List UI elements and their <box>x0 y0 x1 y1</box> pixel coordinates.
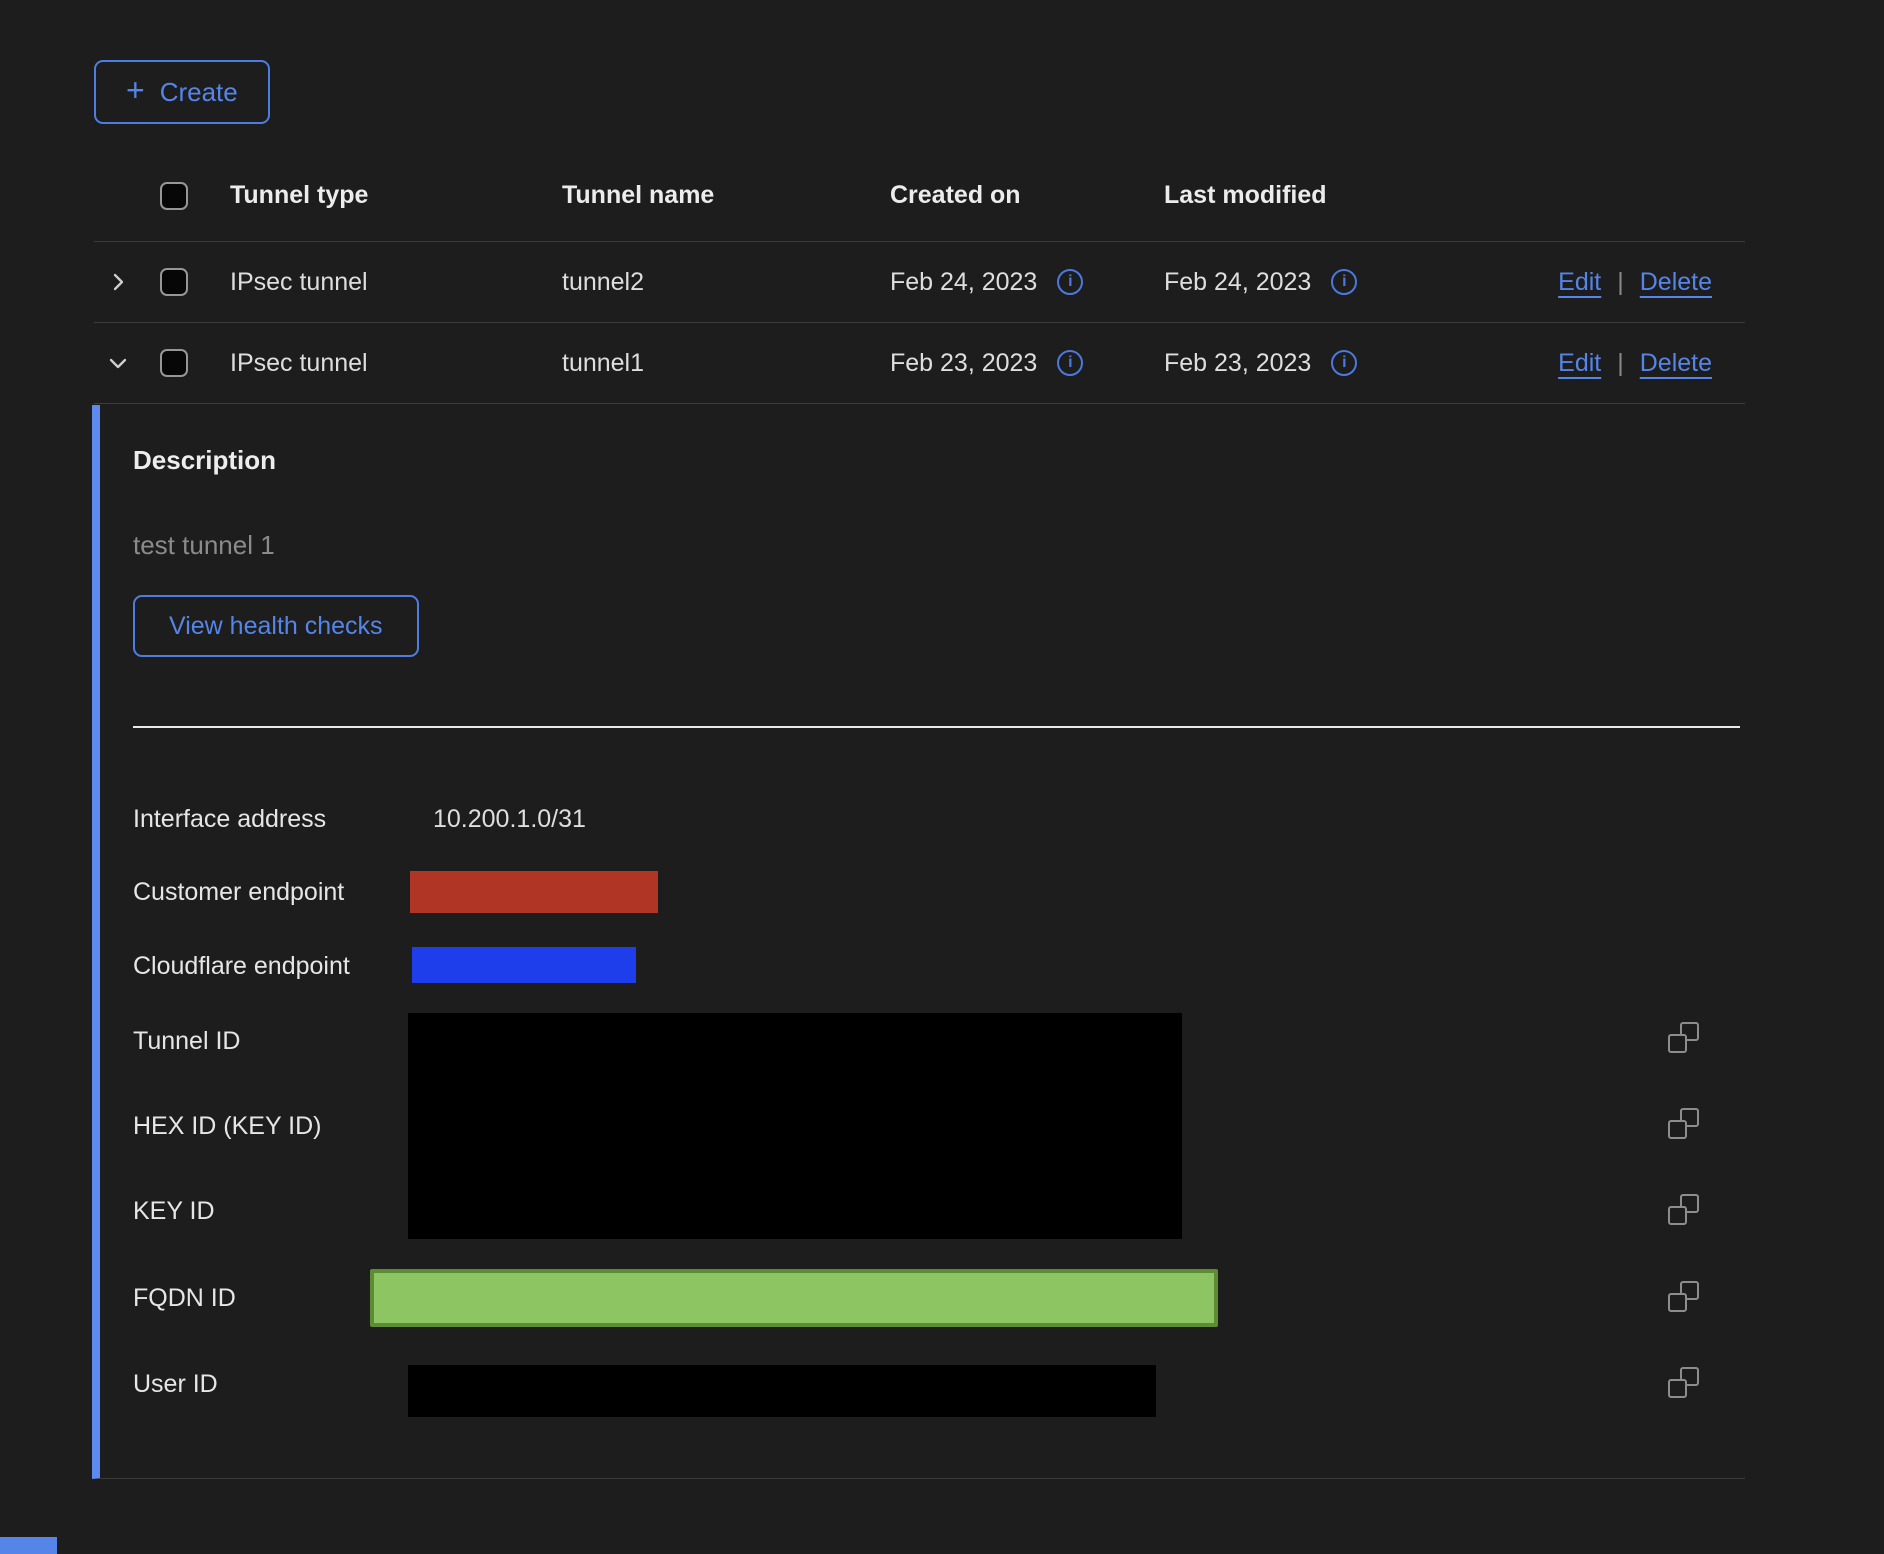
ids-redaction-block <box>408 1013 1182 1239</box>
copy-icon[interactable] <box>1668 1022 1699 1053</box>
user-id-redaction <box>408 1365 1156 1417</box>
last-modified-date: Feb 23, 2023 <box>1164 349 1311 378</box>
info-icon[interactable]: i <box>1331 350 1357 376</box>
tunnel-type-cell: IPsec tunnel <box>230 268 562 297</box>
copy-icon[interactable] <box>1668 1194 1699 1225</box>
header-created-on: Created on <box>890 181 1164 210</box>
plus-icon: + <box>126 74 145 106</box>
copy-icon[interactable] <box>1668 1108 1699 1139</box>
copy-icon-front <box>1668 1379 1687 1398</box>
row-checkbox[interactable] <box>160 268 188 296</box>
edit-link[interactable]: Edit <box>1558 349 1601 378</box>
interface-address-label: Interface address <box>133 805 326 834</box>
copy-icon[interactable] <box>1668 1281 1699 1312</box>
tunnel-name-cell: tunnel1 <box>562 349 890 378</box>
select-all-checkbox[interactable] <box>160 182 188 210</box>
hex-id-label: HEX ID (KEY ID) <box>133 1112 321 1141</box>
chevron-right-icon[interactable] <box>106 270 130 294</box>
tunnel-name-cell: tunnel2 <box>562 268 890 297</box>
created-on-cell: Feb 24, 2023 i <box>890 268 1164 297</box>
last-modified-date: Feb 24, 2023 <box>1164 268 1311 297</box>
key-id-label: KEY ID <box>133 1197 215 1226</box>
table-header-row: Tunnel type Tunnel name Created on Last … <box>94 150 1745 242</box>
actions-separator: | <box>1617 268 1624 297</box>
tunnel-detail-panel: Description test tunnel 1 View health ch… <box>92 405 1745 1479</box>
tunnels-page: + Create Tunnel type Tunnel name Created… <box>0 0 1884 1554</box>
view-health-checks-button[interactable]: View health checks <box>133 595 419 657</box>
table-row-tunnel2: IPsec tunnel tunnel2 Feb 24, 2023 i Feb … <box>94 242 1745 323</box>
copy-icon-front <box>1668 1120 1687 1139</box>
row-actions: Edit | Delete <box>1558 349 1745 378</box>
customer-endpoint-label: Customer endpoint <box>133 878 344 907</box>
created-on-date: Feb 23, 2023 <box>890 349 1037 378</box>
description-label: Description <box>133 445 276 476</box>
created-on-cell: Feb 23, 2023 i <box>890 349 1164 378</box>
description-value: test tunnel 1 <box>133 530 275 561</box>
created-on-date: Feb 24, 2023 <box>890 268 1037 297</box>
tunnel-id-label: Tunnel ID <box>133 1027 240 1056</box>
tunnels-table: Tunnel type Tunnel name Created on Last … <box>94 150 1745 404</box>
row-actions: Edit | Delete <box>1558 268 1745 297</box>
customer-endpoint-redaction <box>410 871 658 913</box>
tunnel-type-cell: IPsec tunnel <box>230 349 562 378</box>
info-icon[interactable]: i <box>1057 350 1083 376</box>
info-icon[interactable]: i <box>1331 269 1357 295</box>
table-row-tunnel1: IPsec tunnel tunnel1 Feb 23, 2023 i Feb … <box>94 323 1745 404</box>
header-tunnel-name: Tunnel name <box>562 181 890 210</box>
header-last-modified: Last modified <box>1164 181 1464 210</box>
interface-address-value: 10.200.1.0/31 <box>433 805 586 834</box>
fqdn-id-redaction <box>370 1269 1218 1327</box>
header-tunnel-type: Tunnel type <box>230 181 562 210</box>
create-button-label: Create <box>160 77 238 108</box>
section-divider <box>133 726 1740 728</box>
copy-icon-front <box>1668 1034 1687 1053</box>
bottom-partial-element <box>0 1537 57 1554</box>
create-button[interactable]: + Create <box>94 60 270 124</box>
row-checkbox[interactable] <box>160 349 188 377</box>
fqdn-id-label: FQDN ID <box>133 1284 236 1313</box>
cloudflare-endpoint-label: Cloudflare endpoint <box>133 952 350 981</box>
actions-separator: | <box>1617 349 1624 378</box>
delete-link[interactable]: Delete <box>1640 349 1712 378</box>
copy-icon[interactable] <box>1668 1367 1699 1398</box>
last-modified-cell: Feb 24, 2023 i <box>1164 268 1464 297</box>
edit-link[interactable]: Edit <box>1558 268 1601 297</box>
copy-icon-front <box>1668 1206 1687 1225</box>
delete-link[interactable]: Delete <box>1640 268 1712 297</box>
cloudflare-endpoint-redaction <box>412 947 636 983</box>
user-id-label: User ID <box>133 1370 218 1399</box>
info-icon[interactable]: i <box>1057 269 1083 295</box>
chevron-down-icon[interactable] <box>106 351 130 375</box>
last-modified-cell: Feb 23, 2023 i <box>1164 349 1464 378</box>
copy-icon-front <box>1668 1293 1687 1312</box>
